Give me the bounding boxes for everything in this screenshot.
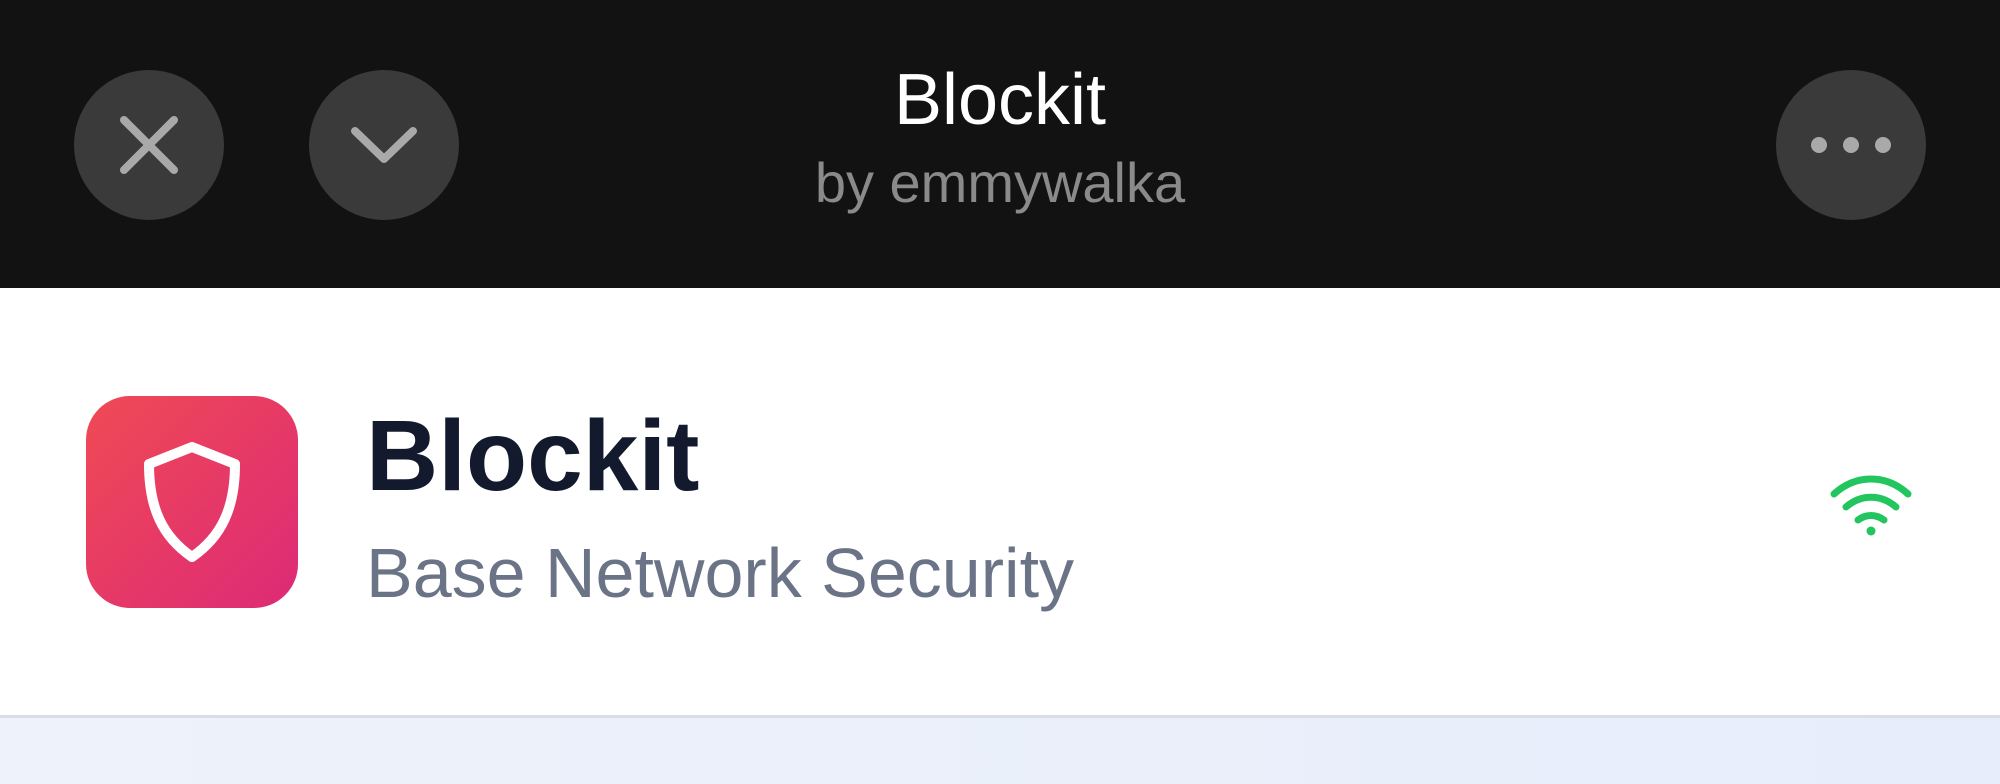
top-navigation-bar: Blockit by emmywalka — [0, 0, 2000, 288]
collapse-button[interactable] — [309, 70, 459, 220]
app-name: Blockit — [366, 400, 700, 512]
app-description: Base Network Security — [366, 534, 1075, 612]
chevron-down-icon — [351, 127, 417, 163]
wifi-icon — [1830, 475, 1912, 536]
bottom-content-area — [0, 718, 2000, 784]
app-icon — [86, 396, 298, 608]
shield-icon — [144, 442, 240, 562]
more-options-button[interactable] — [1776, 70, 1926, 220]
more-horizontal-icon — [1811, 137, 1891, 153]
close-icon — [120, 116, 178, 174]
connection-status — [1828, 472, 1914, 543]
author-subtitle: by emmywalka — [814, 151, 1186, 214]
page-title: Blockit — [893, 60, 1107, 140]
close-button[interactable] — [74, 70, 224, 220]
app-info-card: Blockit Base Network Security — [0, 288, 2000, 715]
header-title-group: Blockit by emmywalka — [600, 58, 1400, 222]
